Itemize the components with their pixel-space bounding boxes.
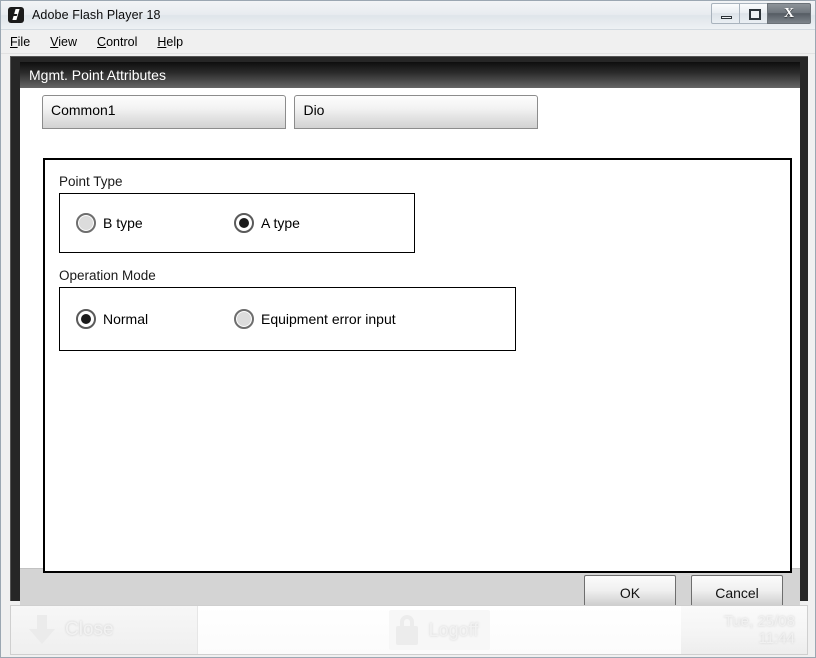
clock-date: Tue, 25/08 (723, 613, 795, 630)
radio-b-type-label: B type (103, 215, 143, 231)
menu-item-file[interactable]: File (10, 35, 30, 49)
close-icon: X (783, 6, 795, 21)
maximize-icon (749, 9, 761, 20)
appbar-center-area: Logoff (198, 606, 681, 654)
menubar: File View Control Help (1, 30, 815, 54)
logoff-button[interactable]: Logoff (388, 610, 491, 650)
flash-stage: Mgmt. Point Attributes Common1 Dio Point… (10, 56, 808, 616)
radio-option-a-type[interactable]: A type (234, 213, 300, 233)
clock: Tue, 25/08 11:44 (681, 606, 807, 654)
radio-equipment-error-input-label: Equipment error input (261, 311, 396, 327)
point-type-label: Point Type (59, 174, 123, 189)
close-window-button[interactable]: X (767, 3, 811, 24)
application-window: Adobe Flash Player 18 X File View Contro… (0, 0, 816, 658)
radio-a-type-icon[interactable] (234, 213, 254, 233)
operation-mode-label: Operation Mode (59, 268, 156, 283)
application-bottom-bar: Close Logoff Tue, 25/08 11:44 (10, 605, 808, 655)
window-title: Adobe Flash Player 18 (32, 8, 161, 22)
radio-a-type-label: A type (261, 215, 300, 231)
window-titlebar: Adobe Flash Player 18 X (1, 1, 815, 30)
radio-option-b-type[interactable]: B type (76, 213, 234, 233)
close-bar-label: Close (65, 619, 114, 640)
point-type-group: B type A type (59, 193, 415, 253)
radio-normal-icon[interactable] (76, 309, 96, 329)
radio-option-equipment-error-input[interactable]: Equipment error input (234, 309, 396, 329)
dialog-title: Mgmt. Point Attributes (20, 62, 800, 88)
tab-common1[interactable]: Common1 (42, 95, 286, 129)
flash-player-icon (8, 7, 24, 23)
radio-option-normal[interactable]: Normal (76, 309, 234, 329)
lock-icon (395, 614, 421, 646)
down-arrow-icon (29, 615, 55, 645)
clock-time: 11:44 (758, 630, 795, 647)
radio-normal-label: Normal (103, 311, 149, 327)
operation-mode-radio-row: Normal Equipment error input (60, 309, 515, 329)
point-type-radio-row: B type A type (60, 213, 414, 233)
menu-item-help[interactable]: Help (157, 35, 183, 49)
close-bar-button[interactable]: Close (11, 606, 198, 654)
logoff-label: Logoff (428, 619, 479, 640)
radio-b-type-icon[interactable] (76, 213, 96, 233)
dialog-body: Common1 Dio Point Type B type A type Ope… (20, 88, 800, 573)
minimize-button[interactable] (711, 3, 740, 24)
menu-item-control[interactable]: Control (97, 35, 137, 49)
window-controls: X (711, 3, 811, 24)
tab-strip: Common1 Dio (20, 88, 800, 129)
tab-content-panel: Point Type B type A type Operation Mode … (43, 158, 792, 573)
operation-mode-group: Normal Equipment error input (59, 287, 516, 351)
menu-item-view[interactable]: View (50, 35, 77, 49)
mgmt-point-attributes-dialog: Mgmt. Point Attributes Common1 Dio Point… (20, 62, 800, 616)
maximize-button[interactable] (739, 3, 768, 24)
tab-dio[interactable]: Dio (294, 95, 539, 129)
minimize-icon (721, 16, 732, 19)
radio-equipment-error-input-icon[interactable] (234, 309, 254, 329)
